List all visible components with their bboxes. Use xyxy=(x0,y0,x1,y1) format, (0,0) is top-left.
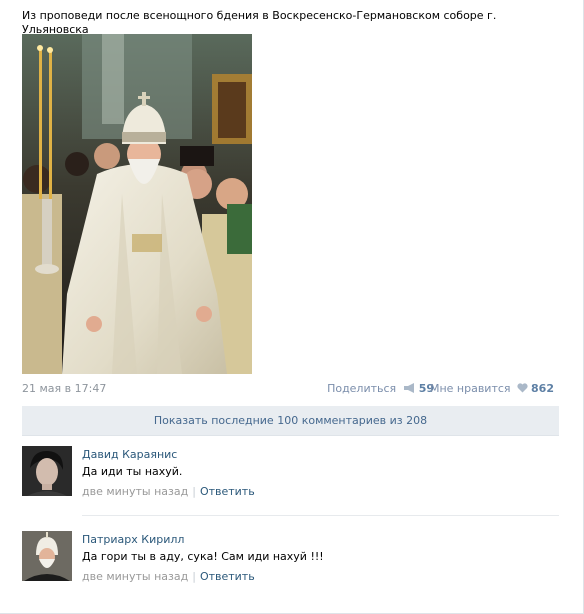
comment-author[interactable]: Давид Караянис xyxy=(82,448,177,461)
comment-meta: две минуты назад | Ответить xyxy=(82,485,255,498)
avatar[interactable] xyxy=(22,446,72,496)
comment-item: Патриарх Кирилл Да гори ты в аду, сука! … xyxy=(22,531,559,591)
comment-time[interactable]: две минуты назад xyxy=(82,485,188,498)
post-photo[interactable] xyxy=(22,34,252,374)
comment-text: Да гори ты в аду, сука! Сам иди нахуй !!… xyxy=(82,550,324,563)
comment-text: Да иди ты нахуй. xyxy=(82,465,183,478)
megaphone-icon xyxy=(403,383,414,393)
wall-post: Из проповеди после всенощного бдения в В… xyxy=(0,0,584,614)
post-text: Из проповеди после всенощного бдения в В… xyxy=(22,9,497,36)
avatar[interactable] xyxy=(22,531,72,581)
reply-link[interactable]: Ответить xyxy=(200,570,255,583)
share-label: Поделиться xyxy=(327,382,397,395)
comment-meta: две минуты назад | Ответить xyxy=(82,570,255,583)
avatar-image xyxy=(22,531,72,581)
comment-author[interactable]: Патриарх Кирилл xyxy=(82,533,184,546)
separator: | xyxy=(192,485,196,498)
comment-divider xyxy=(82,515,559,516)
post-meta: 21 мая в 17:47 Поделиться 59 Мне нравитс… xyxy=(22,382,554,396)
comment-item: Давид Караянис Да иди ты нахуй. две мину… xyxy=(22,446,559,506)
heart-icon xyxy=(517,383,528,393)
comment-time[interactable]: две минуты назад xyxy=(82,570,188,583)
patriarch-photo-illustration xyxy=(22,34,252,374)
reply-link[interactable]: Ответить xyxy=(200,485,255,498)
show-more-comments-button[interactable]: Показать последние 100 комментариев из 2… xyxy=(22,406,559,436)
avatar-image xyxy=(22,446,72,496)
like-button[interactable]: Мне нравится 862 xyxy=(430,382,554,396)
like-count: 862 xyxy=(531,382,554,395)
separator: | xyxy=(192,570,196,583)
share-button[interactable]: Поделиться 59 xyxy=(327,382,434,396)
like-label: Мне нравится xyxy=(429,382,511,395)
post-date[interactable]: 21 мая в 17:47 xyxy=(22,382,106,396)
